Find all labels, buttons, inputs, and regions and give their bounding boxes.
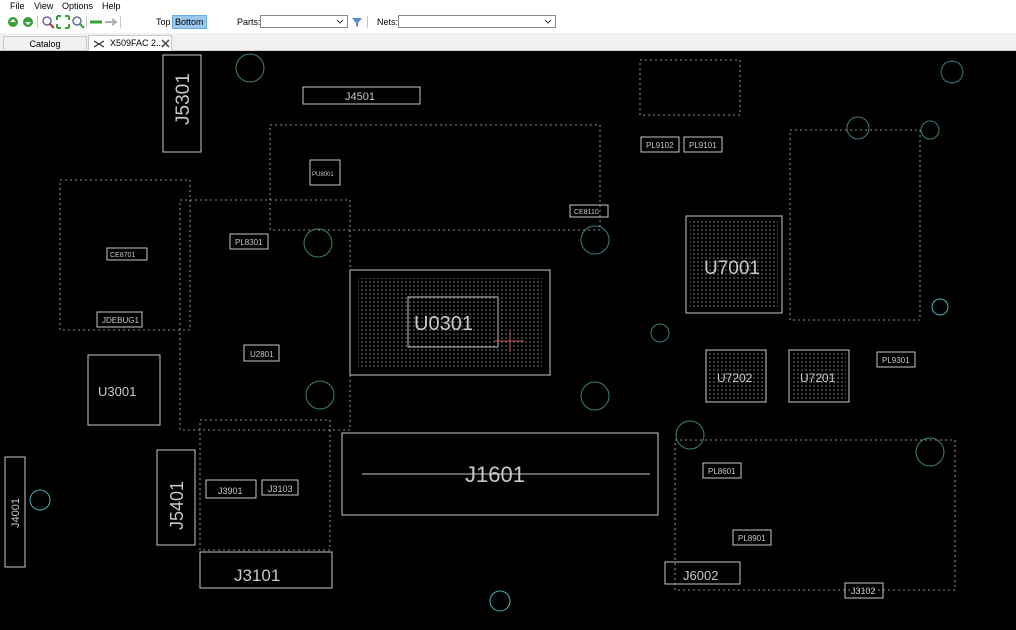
mounting-hole — [29, 489, 51, 511]
open-icon[interactable] — [6, 15, 20, 29]
pl9101-label: PL9101 — [689, 141, 717, 150]
mounting-hole — [931, 298, 949, 316]
board-viewer[interactable]: U0301 U7001 U7202 U7201 U3001 J1601 J530… — [0, 51, 1016, 630]
back-arrow-icon[interactable] — [89, 15, 103, 29]
clear-filter-icon[interactable] — [350, 15, 364, 29]
mounting-hole — [303, 228, 333, 258]
j4001-label: J4001 — [10, 498, 22, 528]
pl8301-label: PL8301 — [235, 238, 263, 247]
menu-file[interactable]: File — [10, 0, 25, 13]
menu-bar: File View Options Help — [0, 0, 1016, 13]
j4501-label: J4501 — [345, 91, 375, 103]
j6002-label: J6002 — [683, 568, 718, 583]
u7202-label: U7202 — [717, 371, 753, 385]
pl9102-label: PL9102 — [646, 141, 674, 150]
reload-icon[interactable] — [21, 15, 35, 29]
mounting-hole — [940, 60, 964, 84]
j3102-label: J3102 — [851, 586, 876, 596]
component-cluster-top-right — [639, 59, 741, 116]
tab-catalog-label: Catalog — [29, 39, 61, 49]
zoom-fit-icon[interactable] — [56, 15, 70, 29]
jdebug1-label: JDEBUG1 — [102, 316, 139, 325]
pl8901-label: PL8901 — [738, 534, 766, 543]
toolbar-separator — [37, 16, 38, 28]
layer-bottom-button[interactable]: Bottom — [172, 15, 207, 29]
mounting-hole — [915, 437, 945, 467]
tab-board-label: X509FAC 2... — [110, 38, 164, 48]
nets-label: Nets: — [377, 17, 399, 27]
mounting-hole — [920, 120, 940, 140]
u0301-label: U0301 — [414, 313, 473, 335]
parts-label: Parts: — [237, 17, 261, 27]
toolbar-separator — [86, 16, 87, 28]
component-cluster-bottom-left — [199, 419, 331, 551]
toolbar-separator — [120, 16, 121, 28]
u2801-label: U2801 — [250, 350, 274, 359]
pl8601-label: PL8601 — [708, 467, 736, 476]
mounting-hole — [489, 590, 511, 612]
zoom-out-icon[interactable] — [71, 15, 85, 29]
toolbar-separator — [367, 16, 368, 28]
u7001-label: U7001 — [704, 258, 760, 279]
mounting-hole — [650, 323, 670, 343]
component-cluster-right — [789, 129, 921, 321]
mounting-hole — [580, 381, 610, 411]
u7201-label: U7201 — [800, 371, 836, 385]
j3901-label: J3901 — [218, 486, 243, 496]
ce8110-label: CE8110 — [574, 209, 599, 216]
pl9301-label: PL9301 — [882, 356, 910, 365]
pu8001-label: PU8001 — [312, 172, 334, 178]
menu-view[interactable]: View — [34, 0, 53, 13]
menu-options[interactable]: Options — [62, 0, 93, 13]
mounting-hole — [846, 116, 870, 140]
mounting-hole — [235, 53, 265, 83]
scissors-icon — [94, 40, 104, 48]
pcb-canvas[interactable]: U0301 U7001 U7202 U7201 U3001 J1601 J530… — [0, 51, 1016, 630]
parts-combo[interactable] — [260, 15, 348, 28]
chevron-down-icon — [336, 19, 344, 24]
mounting-hole — [305, 380, 335, 410]
close-icon[interactable] — [161, 39, 170, 48]
tab-board[interactable]: X509FAC 2... — [88, 35, 172, 51]
j1601-label: J1601 — [465, 462, 525, 487]
zoom-in-icon[interactable] — [41, 15, 55, 29]
chevron-down-icon — [544, 19, 552, 24]
j5301-label: J5301 — [173, 73, 194, 125]
mounting-hole — [675, 420, 705, 450]
u3001-label: U3001 — [98, 384, 136, 399]
layer-top-button[interactable]: Top — [154, 16, 173, 28]
j3101-label: J3101 — [234, 566, 280, 585]
j5401-label: J5401 — [167, 481, 187, 530]
j3103-label: J3103 — [268, 484, 293, 494]
ce8701-label: CE8701 — [110, 252, 135, 259]
menu-help[interactable]: Help — [102, 0, 121, 13]
tab-catalog[interactable]: Catalog — [3, 36, 87, 51]
nets-combo[interactable] — [398, 15, 556, 28]
forward-arrow-icon[interactable] — [104, 15, 118, 29]
